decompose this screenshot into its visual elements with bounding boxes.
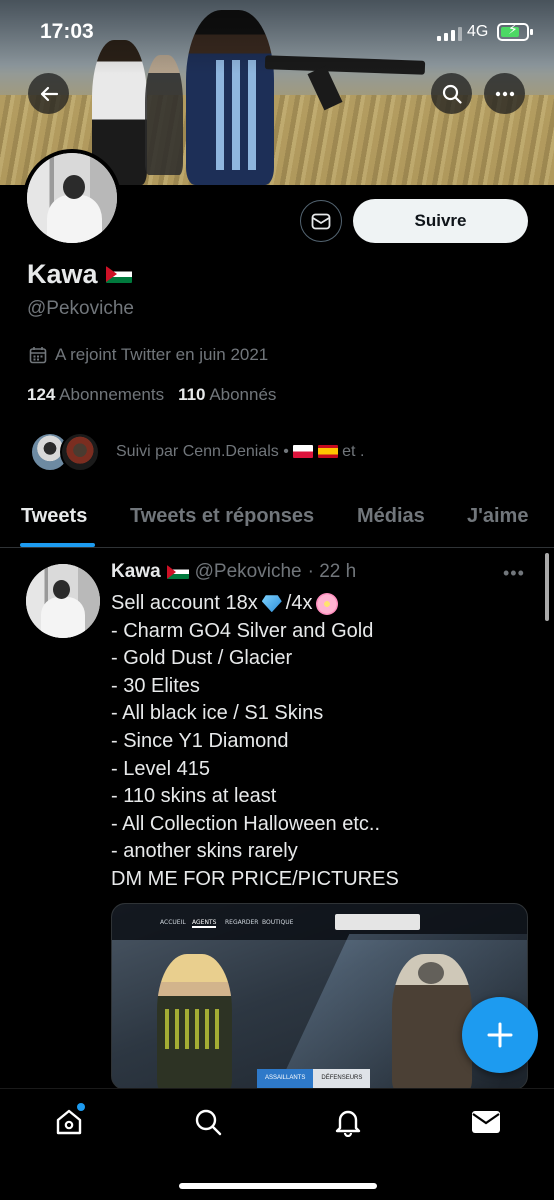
- signal-icon: [437, 27, 462, 41]
- tweet-line: - Gold Dust / Glacier: [111, 647, 293, 670]
- tab-likes[interactable]: J'aime: [467, 505, 528, 528]
- following-count: 124: [27, 385, 56, 404]
- more-options-button[interactable]: [484, 73, 525, 114]
- tweet-more-button[interactable]: •••: [503, 563, 525, 584]
- calendar-icon: [29, 347, 47, 364]
- more-icon: [495, 91, 514, 96]
- team-selector: ASSAILLANTS DÉFENSEURS: [257, 1069, 371, 1089]
- followers-link[interactable]: 110 Abonnés: [178, 385, 276, 405]
- gem-emoji-icon: [261, 595, 282, 613]
- compose-plus-icon: [487, 1022, 513, 1048]
- message-button[interactable]: [300, 200, 342, 242]
- nav-notifications[interactable]: [331, 1105, 365, 1139]
- follow-stats: 124 Abonnements 110 Abonnés: [27, 385, 276, 405]
- tweet-header: Kawa @Pekoviche · 22 h: [111, 561, 356, 583]
- nav-explore[interactable]: [191, 1105, 225, 1139]
- poland-flag-icon: [293, 445, 314, 459]
- tweet-author[interactable]: Kawa: [111, 561, 161, 583]
- tweet-line-text: /4x: [285, 592, 313, 614]
- tweet-time: · 22 h: [307, 561, 357, 582]
- mail-icon: [311, 213, 331, 229]
- follower-avatar: [60, 432, 100, 472]
- followers-label: Abonnés: [209, 385, 277, 404]
- display-name: Kawa: [27, 259, 98, 289]
- compose-tweet-button[interactable]: [462, 997, 538, 1073]
- messages-envelope-icon: [472, 1111, 500, 1133]
- game-tab: REGARDER: [225, 919, 259, 926]
- profile-tabs: Tweets Tweets et réponses Médias J'aime: [0, 493, 554, 548]
- tweet-line: - Since Y1 Diamond: [111, 729, 289, 752]
- game-tab: ACCUEIL: [160, 919, 186, 926]
- palestine-flag-icon: [166, 565, 189, 579]
- tweet-line: - 30 Elites: [111, 674, 200, 697]
- tweet-line: - Charm GO4 Silver and Gold: [111, 619, 374, 642]
- profile-name: Kawa: [27, 259, 132, 290]
- explore-search-icon: [195, 1109, 222, 1136]
- notifications-bell-icon: [335, 1110, 361, 1137]
- home-notification-dot: [77, 1103, 85, 1111]
- followed-by-suffix: et .: [342, 443, 365, 460]
- spain-flag-icon: [317, 445, 338, 459]
- tweet-media-image[interactable]: ACCUEIL AGENTS REGARDER BOUTIQUE ASSAILL…: [111, 903, 528, 1090]
- tweet-handle: @Pekoviche: [194, 561, 302, 582]
- tweet-avatar[interactable]: [26, 564, 100, 638]
- back-button[interactable]: [28, 73, 69, 114]
- tweet-line: - another skins rarely: [111, 840, 298, 863]
- home-indicator[interactable]: [179, 1183, 377, 1189]
- tab-tweets[interactable]: Tweets: [21, 505, 87, 528]
- search-button[interactable]: [431, 73, 472, 114]
- back-arrow-icon: [40, 86, 58, 101]
- followed-by-text: Suivi par Cenn.Denials • et .: [116, 443, 364, 461]
- attackers-label: ASSAILLANTS: [257, 1069, 314, 1089]
- battery-icon: ⚡: [497, 21, 533, 41]
- followed-by-names: Suivi par Cenn.Denials •: [116, 443, 289, 460]
- network-type: 4G: [467, 23, 489, 40]
- tweet-line-text: Sell account 18x: [111, 592, 258, 614]
- game-tab: AGENTS: [192, 919, 217, 928]
- status-bar: 17:03 4G ⚡: [0, 0, 554, 62]
- operator-figure: [157, 954, 232, 1089]
- tweet-line: - All Collection Halloween etc..: [111, 812, 381, 835]
- tweet-line: - All black ice / S1 Skins: [111, 702, 324, 725]
- nav-messages[interactable]: [469, 1105, 503, 1139]
- defenders-label: DÉFENSEURS: [313, 1069, 371, 1089]
- tweet-line: - 110 skins at least: [111, 785, 277, 808]
- palestine-flag-icon: [105, 266, 132, 283]
- game-tab: BOUTIQUE: [262, 919, 294, 926]
- active-tab-indicator: [20, 543, 95, 547]
- following-link[interactable]: 124 Abonnements: [27, 385, 164, 405]
- status-time: 17:03: [40, 20, 94, 43]
- blossom-emoji-icon: [316, 592, 339, 615]
- profile-avatar[interactable]: [23, 149, 121, 247]
- tab-tweets-replies[interactable]: Tweets et réponses: [130, 505, 314, 528]
- operator-figure: [392, 954, 472, 1089]
- profile-handle: @Pekoviche: [27, 298, 134, 319]
- followers-count: 110: [178, 385, 206, 404]
- joined-text: A rejoint Twitter en juin 2021: [55, 345, 269, 364]
- tweet-line: - Level 415: [111, 757, 210, 780]
- tab-media[interactable]: Médias: [357, 505, 425, 528]
- scrollbar[interactable]: [545, 553, 549, 621]
- joined-date: A rejoint Twitter en juin 2021: [29, 345, 268, 365]
- following-label: Abonnements: [59, 385, 165, 404]
- tweet-line: Sell account 18x /4x: [111, 590, 531, 618]
- game-toolbar: [335, 914, 420, 930]
- tweet-text: Sell account 18x /4x - Charm GO4 Silver …: [111, 590, 531, 894]
- tweet-line: DM ME FOR PRICE/PICTURES: [111, 867, 399, 890]
- home-icon: [56, 1109, 82, 1135]
- followed-by[interactable]: Suivi par Cenn.Denials • et .: [30, 432, 364, 472]
- follow-button[interactable]: Suivre: [353, 199, 528, 243]
- search-icon: [442, 84, 462, 104]
